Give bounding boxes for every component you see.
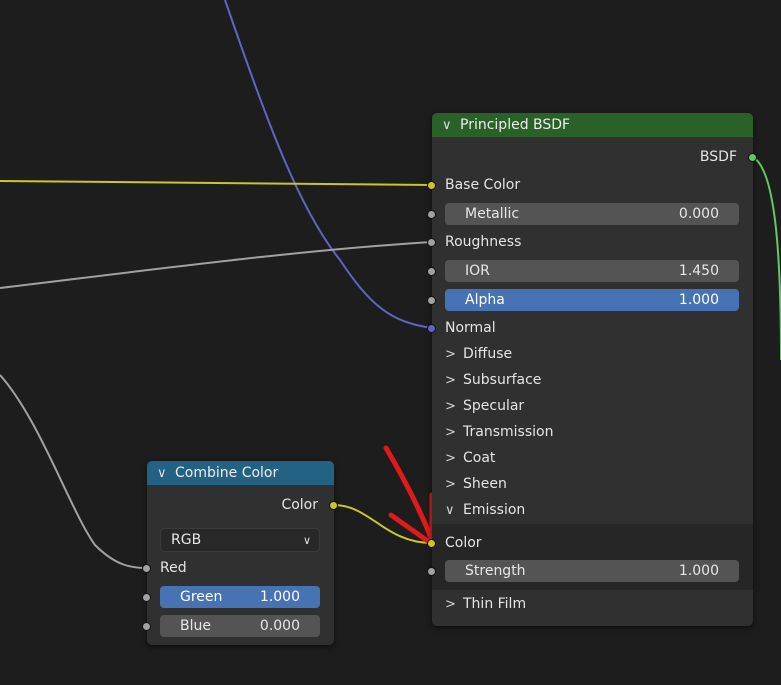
field-label: Metallic (465, 206, 520, 222)
field-value: 0.000 (678, 206, 719, 222)
link-red[interactable] (0, 374, 148, 569)
field-label: IOR (465, 263, 490, 279)
input-socket-green[interactable] (142, 593, 151, 602)
output-label: Color (281, 497, 318, 513)
node-header[interactable]: ∨ Combine Color (147, 461, 334, 485)
field-value: 0.000 (259, 618, 300, 634)
panel-sheen[interactable]: > Sheen (432, 472, 753, 496)
link-bsdf-out[interactable] (752, 156, 781, 361)
panel-label: Transmission (463, 424, 554, 440)
input-label: Color (445, 535, 482, 551)
input-socket-base-color[interactable] (427, 181, 436, 190)
output-label: BSDF (699, 149, 737, 165)
panel-transmission[interactable]: > Transmission (432, 420, 753, 444)
input-socket-emission-color[interactable] (427, 539, 436, 548)
input-socket-metallic[interactable] (427, 210, 436, 219)
node-title: Combine Color (175, 465, 279, 481)
chevron-down-icon: ∨ (302, 533, 311, 547)
field-value: 1.000 (259, 589, 300, 605)
panel-label: Diffuse (463, 346, 513, 362)
input-label: Roughness (445, 234, 522, 250)
strength-field[interactable]: Strength 1.000 (445, 560, 739, 582)
field-label: Blue (180, 618, 211, 634)
panel-specular[interactable]: > Specular (432, 394, 753, 418)
panel-label: Coat (463, 450, 496, 466)
combine-color-node[interactable]: ∨ Combine Color Color RGB ∨ Red Green 1.… (142, 461, 338, 645)
input-socket-red[interactable] (142, 564, 151, 573)
input-label: Red (160, 560, 187, 576)
chevron-right-icon: > (445, 424, 456, 440)
input-socket-strength[interactable] (427, 567, 436, 576)
chevron-right-icon: > (445, 596, 456, 612)
input-socket-alpha[interactable] (427, 296, 436, 305)
mode-dropdown[interactable]: RGB ∨ (160, 528, 320, 552)
chevron-right-icon: > (445, 476, 456, 492)
field-value: 1.450 (678, 263, 719, 279)
panel-label: Specular (463, 398, 525, 414)
ior-field[interactable]: IOR 1.450 (445, 260, 739, 282)
link-base-color[interactable] (0, 180, 433, 186)
blue-field[interactable]: Blue 0.000 (160, 615, 320, 637)
panel-label: Emission (463, 502, 526, 518)
link-roughness[interactable] (0, 241, 433, 289)
input-socket-ior[interactable] (427, 267, 436, 276)
output-bsdf-row: BSDF (432, 145, 753, 169)
input-label: Normal (445, 320, 496, 336)
field-label: Green (180, 589, 223, 605)
panel-diffuse[interactable]: > Diffuse (432, 342, 753, 366)
field-value: 1.000 (678, 292, 719, 308)
chevron-right-icon: > (445, 346, 456, 362)
chevron-right-icon: > (445, 398, 456, 414)
chevron-right-icon: > (445, 450, 456, 466)
input-red-row: Red (147, 556, 334, 580)
panel-coat[interactable]: > Coat (432, 446, 753, 470)
input-socket-normal[interactable] (427, 324, 436, 333)
input-roughness-row: Roughness (432, 230, 753, 254)
field-value: 1.000 (678, 563, 719, 579)
input-socket-blue[interactable] (142, 622, 151, 631)
field-label: Strength (465, 563, 526, 579)
input-base-color-row: Base Color (432, 173, 753, 197)
node-title: Principled BSDF (460, 117, 571, 133)
node-header[interactable]: ∨ Principled BSDF (432, 113, 753, 137)
input-label: Base Color (445, 177, 521, 193)
principled-bsdf-node[interactable]: ∨ Principled BSDF BSDF Base Color Metall… (427, 113, 757, 626)
panel-label: Thin Film (463, 596, 527, 612)
panel-label: Sheen (463, 476, 507, 492)
output-socket-bsdf[interactable] (748, 153, 757, 162)
metallic-field[interactable]: Metallic 0.000 (445, 203, 739, 225)
chevron-down-icon: ∨ (445, 502, 455, 518)
output-socket-color[interactable] (329, 501, 338, 510)
panel-thin-film[interactable]: > Thin Film (432, 592, 753, 616)
red-arrow-annotation (383, 445, 435, 547)
output-color-row: Color (147, 493, 334, 517)
alpha-field[interactable]: Alpha 1.000 (445, 289, 739, 311)
field-label: Alpha (465, 292, 505, 308)
green-field[interactable]: Green 1.000 (160, 586, 320, 608)
link-normal[interactable] (224, 0, 433, 329)
panel-label: Subsurface (463, 372, 542, 388)
panel-emission[interactable]: ∨ Emission (432, 498, 753, 522)
input-emission-color-row: Color (432, 531, 753, 555)
input-socket-roughness[interactable] (427, 238, 436, 247)
chevron-down-icon[interactable]: ∨ (442, 118, 460, 133)
panel-subsurface[interactable]: > Subsurface (432, 368, 753, 392)
chevron-down-icon[interactable]: ∨ (157, 466, 175, 481)
dropdown-value: RGB (171, 532, 202, 548)
chevron-right-icon: > (445, 372, 456, 388)
input-normal-row: Normal (432, 316, 753, 340)
